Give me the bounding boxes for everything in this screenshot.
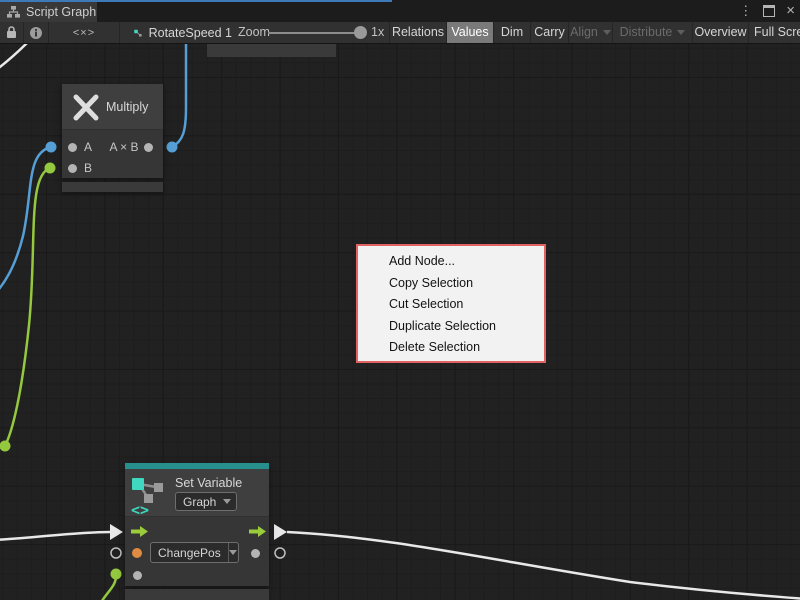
multiply-icon: [71, 94, 101, 121]
port-a-dot[interactable]: [68, 143, 77, 152]
code-view-button[interactable]: <×>: [49, 22, 120, 43]
dim-button[interactable]: Dim: [493, 22, 530, 43]
tab-bar: Script Graph ⋮ ×: [0, 0, 800, 22]
align-label: Align: [570, 25, 598, 39]
wire-endpoint-blue-a[interactable]: [46, 142, 57, 153]
wire-white-flow-out[interactable]: [287, 532, 800, 599]
zoom-slider-track[interactable]: [268, 32, 357, 34]
flow-out-arrow-icon[interactable]: [249, 526, 266, 537]
port-a-label: A: [84, 140, 92, 154]
window-menu-icon[interactable]: ⋮: [739, 5, 752, 17]
port-out-label: A × B: [103, 140, 145, 154]
node-title: Set Variable: [175, 476, 242, 490]
wire-endpoint-green-b[interactable]: [45, 163, 56, 174]
close-icon[interactable]: ×: [786, 5, 795, 17]
graph-unit-icon: [134, 26, 142, 40]
values-button[interactable]: Values: [446, 22, 493, 43]
window-controls: ⋮ ×: [739, 0, 795, 22]
flow-output-triangle[interactable]: [274, 524, 287, 540]
set-variable-footer: [125, 589, 269, 600]
wire-endpoint-blue-out[interactable]: [167, 142, 178, 153]
graph-canvas[interactable]: Multiply A A × B B: [0, 44, 800, 600]
distribute-label: Distribute: [620, 25, 673, 39]
port-b-dot[interactable]: [68, 164, 77, 173]
distribute-button[interactable]: Distribute: [612, 22, 692, 43]
port-out-dot[interactable]: [144, 143, 153, 152]
graph-breadcrumb[interactable]: RotateSpeed 1: [121, 22, 232, 43]
relations-button[interactable]: Relations: [389, 22, 446, 43]
code-icon: <×>: [73, 27, 95, 39]
tab-title: Script Graph: [26, 5, 96, 19]
zoom-value: 1x: [371, 22, 384, 43]
multiply-header: Multiply: [62, 84, 163, 130]
wire-white-top-left[interactable]: [0, 44, 29, 70]
flow-input-triangle[interactable]: [110, 524, 123, 540]
graph-reference-label: RotateSpeed 1: [149, 26, 232, 40]
maximize-icon[interactable]: [763, 5, 775, 17]
fullscreen-button[interactable]: Full Screen: [748, 22, 800, 43]
scope-dropdown[interactable]: Graph: [175, 492, 237, 511]
chevron-down-icon: [223, 499, 231, 504]
menu-item-copy-selection[interactable]: Copy Selection: [358, 273, 544, 295]
port-b-label: B: [84, 161, 92, 175]
node-set-variable[interactable]: <> Set Variable Graph ChangePos: [125, 463, 269, 586]
chevron-down-icon: [228, 543, 238, 562]
variable-port-dot[interactable]: [132, 548, 142, 558]
multiply-body: A A × B B: [62, 130, 163, 178]
align-button[interactable]: Align: [568, 22, 612, 43]
svg-text:<>: <>: [131, 501, 149, 516]
node-title: Multiply: [106, 100, 148, 114]
wire-endpoint-green-left[interactable]: [0, 441, 11, 452]
scope-value: Graph: [176, 495, 223, 509]
variable-dropdown[interactable]: ChangePos: [150, 542, 239, 563]
wire-blue-multiply-output[interactable]: [172, 44, 186, 147]
graph-toolbar: <×> RotateSpeed 1 Zoom 1x Relations Valu…: [0, 22, 800, 44]
unconnected-port-right[interactable]: [275, 548, 285, 558]
context-menu: Add Node... Copy Selection Cut Selection…: [356, 244, 546, 363]
variable-name: ChangePos: [151, 546, 228, 560]
set-variable-icon: <>: [130, 476, 166, 516]
info-icon: [29, 26, 43, 40]
overview-button[interactable]: Overview: [692, 22, 748, 43]
zoom-label: Zoom: [238, 22, 270, 43]
flow-in-arrow-icon[interactable]: [131, 526, 148, 537]
chevron-down-icon: [677, 30, 685, 35]
carry-button[interactable]: Carry: [530, 22, 568, 43]
wire-blue-multiply-input-a[interactable]: [0, 147, 51, 295]
node-multiply[interactable]: Multiply A A × B B: [62, 84, 163, 178]
lock-icon: [6, 26, 17, 39]
menu-item-cut-selection[interactable]: Cut Selection: [358, 294, 544, 316]
wire-white-flow-in[interactable]: [0, 532, 110, 540]
zoom-slider-knob[interactable]: [354, 26, 367, 39]
menu-item-duplicate-selection[interactable]: Duplicate Selection: [358, 316, 544, 338]
graph-hierarchy-icon: [7, 6, 20, 18]
chevron-down-icon: [603, 30, 611, 35]
fallback-port-dot[interactable]: [133, 571, 142, 580]
wire-endpoint-green-setvar[interactable]: [111, 569, 122, 580]
tab-script-graph[interactable]: Script Graph: [0, 2, 97, 22]
multiply-footer: [62, 182, 163, 192]
set-variable-body: ChangePos: [125, 517, 269, 586]
menu-item-add-node[interactable]: Add Node...: [358, 251, 544, 273]
info-button[interactable]: [24, 22, 49, 43]
lock-button[interactable]: [0, 22, 24, 43]
output-value-port-dot[interactable]: [251, 549, 260, 558]
offscreen-node-fragment[interactable]: [207, 44, 336, 57]
menu-item-delete-selection[interactable]: Delete Selection: [358, 337, 544, 359]
unconnected-port-left[interactable]: [111, 548, 121, 558]
set-variable-header: <> Set Variable Graph: [125, 469, 269, 517]
